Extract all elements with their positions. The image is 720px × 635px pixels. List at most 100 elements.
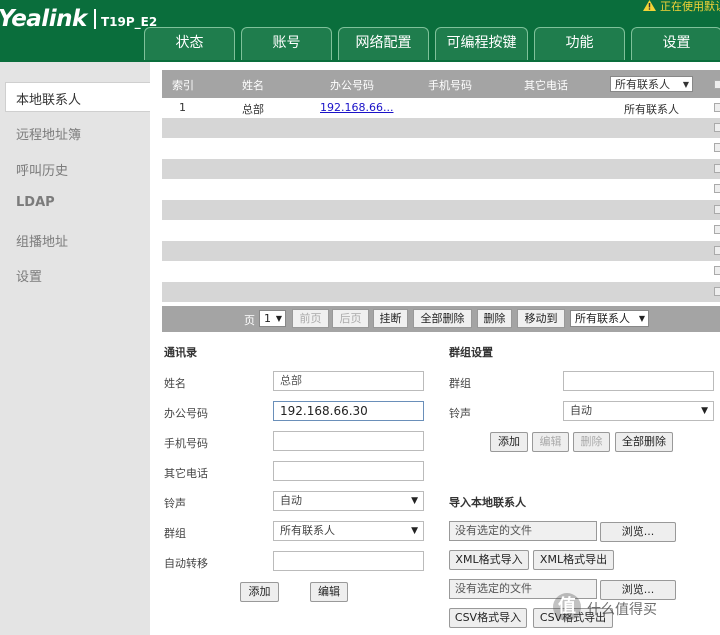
sidebar-item-local-directory[interactable]: 本地联系人 <box>5 82 150 112</box>
group-name-label: 群组 <box>449 377 471 390</box>
sidebar-item-remote-phonebook[interactable]: 远程地址簿 <box>16 124 81 143</box>
cell-index: 1 <box>179 101 186 114</box>
group-ring-label: 铃声 <box>449 407 471 420</box>
name-label: 姓名 <box>164 377 186 390</box>
tab-dsskey[interactable]: 可编程按键 <box>435 27 528 60</box>
chevron-down-icon: ▼ <box>275 314 282 323</box>
group-ring-value: 自动 <box>570 404 592 417</box>
watermark-text: 什么值得买 <box>587 602 657 618</box>
name-input[interactable]: 总部 <box>273 371 424 391</box>
row-checkbox[interactable] <box>714 184 720 193</box>
xml-browse-button[interactable]: 浏览... <box>600 522 676 542</box>
group-filter-value: 所有联系人 <box>615 78 670 91</box>
group-label: 群组 <box>164 527 186 540</box>
group-select-value: 所有联系人 <box>280 524 335 537</box>
row-checkbox[interactable] <box>714 225 720 234</box>
next-page-button[interactable]: 后页 <box>332 309 369 328</box>
content-gutter <box>150 62 162 635</box>
page-label: 页 <box>244 314 255 327</box>
table-pager: 页 1 ▼ 前页 后页 挂断 全部删除 删除 移动到 所有联系人 ▼ <box>162 306 720 332</box>
warning-icon <box>643 0 656 11</box>
chevron-down-icon: ▼ <box>682 80 689 89</box>
tab-network[interactable]: 网络配置 <box>338 27 429 60</box>
group-name-input[interactable] <box>563 371 714 391</box>
delete-button[interactable]: 删除 <box>477 309 512 328</box>
table-row <box>162 118 720 138</box>
table-row <box>162 282 720 302</box>
tab-settings[interactable]: 设置 <box>631 27 720 60</box>
add-contact-button[interactable]: 添加 <box>240 582 279 602</box>
column-header-name: 姓名 <box>242 79 264 92</box>
row-checkbox[interactable] <box>714 266 720 275</box>
move-to-button[interactable]: 移动到 <box>517 309 565 328</box>
move-target-select[interactable]: 所有联系人 ▼ <box>570 310 649 327</box>
table-row <box>162 200 720 220</box>
auto-divert-label: 自动转移 <box>164 557 208 570</box>
contact-form-title: 通讯录 <box>164 346 197 359</box>
ring-select-value: 自动 <box>280 494 302 507</box>
row-checkbox[interactable] <box>714 287 720 296</box>
row-checkbox[interactable] <box>714 123 720 132</box>
xml-file-picker[interactable]: 没有选定的文件 <box>449 521 597 541</box>
tab-account[interactable]: 账号 <box>241 27 332 60</box>
select-all-checkbox[interactable] <box>714 80 720 89</box>
office-number-input[interactable]: 192.168.66.30 <box>273 401 424 421</box>
column-header-office: 办公号码 <box>330 79 374 92</box>
table-row <box>162 159 720 179</box>
row-checkbox[interactable] <box>714 103 720 112</box>
table-header: 索引 姓名 办公号码 手机号码 其它电话 所有联系人 ▼ <box>162 70 720 98</box>
row-checkbox[interactable] <box>714 164 720 173</box>
top-header: Yealink T19P_E2 正在使用默认 状态 账号 网络配置 可编程按键 … <box>0 0 720 62</box>
sidebar-item-multicast[interactable]: 组播地址 <box>16 231 68 250</box>
add-group-button[interactable]: 添加 <box>490 432 528 452</box>
logo-separator <box>94 9 96 29</box>
brand-logo: Yealink <box>0 6 87 32</box>
tab-status[interactable]: 状态 <box>144 27 235 60</box>
page-select[interactable]: 1 ▼ <box>259 310 286 327</box>
edit-contact-button[interactable]: 编辑 <box>310 582 348 602</box>
group-filter-select[interactable]: 所有联系人 ▼ <box>610 76 693 92</box>
ring-select[interactable]: 自动 ▼ <box>273 491 424 511</box>
column-header-other: 其它电话 <box>524 79 568 92</box>
other-number-input[interactable] <box>273 461 424 481</box>
prev-page-button[interactable]: 前页 <box>292 309 329 328</box>
chevron-down-icon: ▼ <box>701 406 708 416</box>
row-checkbox[interactable] <box>714 246 720 255</box>
ring-label: 铃声 <box>164 497 186 510</box>
sidebar-item-ldap[interactable]: LDAP <box>16 195 55 210</box>
table-row <box>162 138 720 158</box>
sidebar-item-label: 本地联系人 <box>16 93 82 108</box>
delete-group-button[interactable]: 删除 <box>573 432 610 452</box>
cell-group: 所有联系人 <box>624 103 679 116</box>
group-select[interactable]: 所有联系人 ▼ <box>273 521 424 541</box>
auto-divert-input[interactable] <box>273 551 424 571</box>
chevron-down-icon: ▼ <box>411 526 418 536</box>
cell-office-link[interactable]: 192.168.66... <box>320 101 393 114</box>
mobile-number-label: 手机号码 <box>164 437 208 450</box>
edit-group-button[interactable]: 编辑 <box>532 432 569 452</box>
chevron-down-icon: ▼ <box>411 496 418 506</box>
tab-features[interactable]: 功能 <box>534 27 625 60</box>
group-settings-title: 群组设置 <box>449 346 493 359</box>
group-ring-select[interactable]: 自动 ▼ <box>563 401 714 421</box>
table-row[interactable]: 1 总部 192.168.66... 所有联系人 <box>162 98 720 118</box>
csv-import-button[interactable]: CSV格式导入 <box>449 608 527 628</box>
xml-export-button[interactable]: XML格式导出 <box>533 550 614 570</box>
row-checkbox[interactable] <box>714 143 720 152</box>
left-sidebar: 本地联系人 远程地址簿 呼叫历史 LDAP 组播地址 设置 <box>0 62 150 635</box>
sidebar-item-settings[interactable]: 设置 <box>16 266 42 285</box>
table-row <box>162 241 720 261</box>
page-select-value: 1 <box>264 312 271 325</box>
default-password-notice[interactable]: 正在使用默认 <box>660 0 720 14</box>
cell-name: 总部 <box>242 103 264 116</box>
table-row <box>162 261 720 281</box>
mobile-number-input[interactable] <box>273 431 424 451</box>
table-row <box>162 179 720 199</box>
table-row <box>162 220 720 240</box>
delete-all-groups-button[interactable]: 全部删除 <box>615 432 673 452</box>
xml-import-button[interactable]: XML格式导入 <box>449 550 529 570</box>
delete-all-button[interactable]: 全部删除 <box>413 309 472 328</box>
sidebar-item-call-history[interactable]: 呼叫历史 <box>16 160 68 179</box>
row-checkbox[interactable] <box>714 205 720 214</box>
hangup-button[interactable]: 挂断 <box>373 309 408 328</box>
